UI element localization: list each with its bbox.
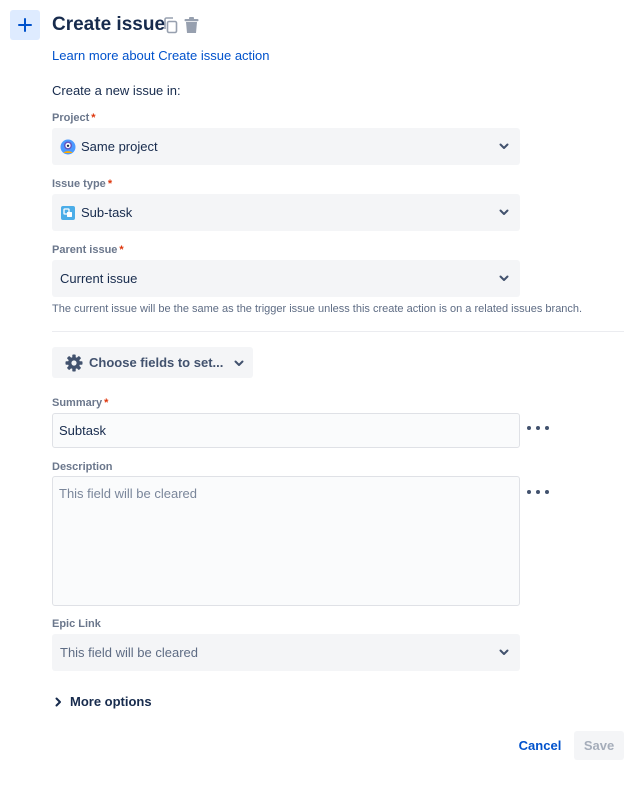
gear-icon — [64, 353, 84, 373]
choose-fields-button[interactable]: Choose fields to set... — [52, 347, 253, 378]
summary-input[interactable]: Subtask — [52, 413, 520, 448]
parent-issue-label: Parent issue * — [52, 244, 124, 256]
more-options-label: More options — [70, 694, 152, 709]
trash-icon[interactable] — [182, 16, 200, 34]
copy-icon[interactable] — [161, 16, 179, 34]
required-marker: * — [104, 397, 109, 409]
epic-link-value: This field will be cleared — [60, 644, 199, 660]
chevron-down-icon — [498, 647, 510, 659]
description-textarea[interactable]: This field will be cleared — [52, 476, 520, 606]
epic-link-label: Epic Link — [52, 618, 101, 630]
chevron-down-icon — [234, 354, 244, 372]
parent-issue-value: Current issue — [60, 270, 138, 286]
required-marker: * — [91, 112, 96, 124]
project-value: Same project — [81, 138, 158, 154]
description-label: Description — [52, 461, 113, 473]
project-avatar-icon — [60, 139, 76, 155]
summary-label: Summary * — [52, 397, 109, 409]
chevron-down-icon — [498, 273, 510, 285]
project-label: Project * — [52, 112, 96, 124]
required-marker: * — [107, 178, 113, 190]
plus-icon[interactable] — [10, 10, 40, 40]
cancel-button[interactable]: Cancel — [512, 731, 568, 760]
subtask-icon — [60, 205, 76, 221]
description-more-icon[interactable] — [527, 487, 549, 497]
more-options-toggle[interactable]: More options — [52, 694, 152, 709]
section-divider — [52, 331, 624, 332]
issue-type-select[interactable]: Sub-task — [52, 194, 520, 231]
chevron-right-icon — [52, 696, 64, 708]
choose-fields-label: Choose fields to set... — [89, 355, 224, 370]
intro-text: Create a new issue in: — [52, 83, 181, 98]
chevron-down-icon — [498, 207, 510, 219]
chevron-down-icon — [498, 141, 510, 153]
issue-type-value: Sub-task — [81, 204, 133, 220]
project-select[interactable]: Same project — [52, 128, 520, 165]
learn-more-link[interactable]: Learn more about Create issue action — [52, 48, 270, 64]
required-marker: * — [119, 244, 124, 256]
parent-issue-helper-text: The current issue will be the same as th… — [52, 303, 583, 315]
summary-more-icon[interactable] — [527, 423, 549, 433]
issue-type-label: Issue type * — [52, 178, 113, 190]
page-title: Create issue — [52, 14, 166, 35]
save-button[interactable]: Save — [574, 731, 624, 760]
epic-link-select[interactable]: This field will be cleared — [52, 634, 520, 671]
parent-issue-select[interactable]: Current issue — [52, 260, 520, 297]
